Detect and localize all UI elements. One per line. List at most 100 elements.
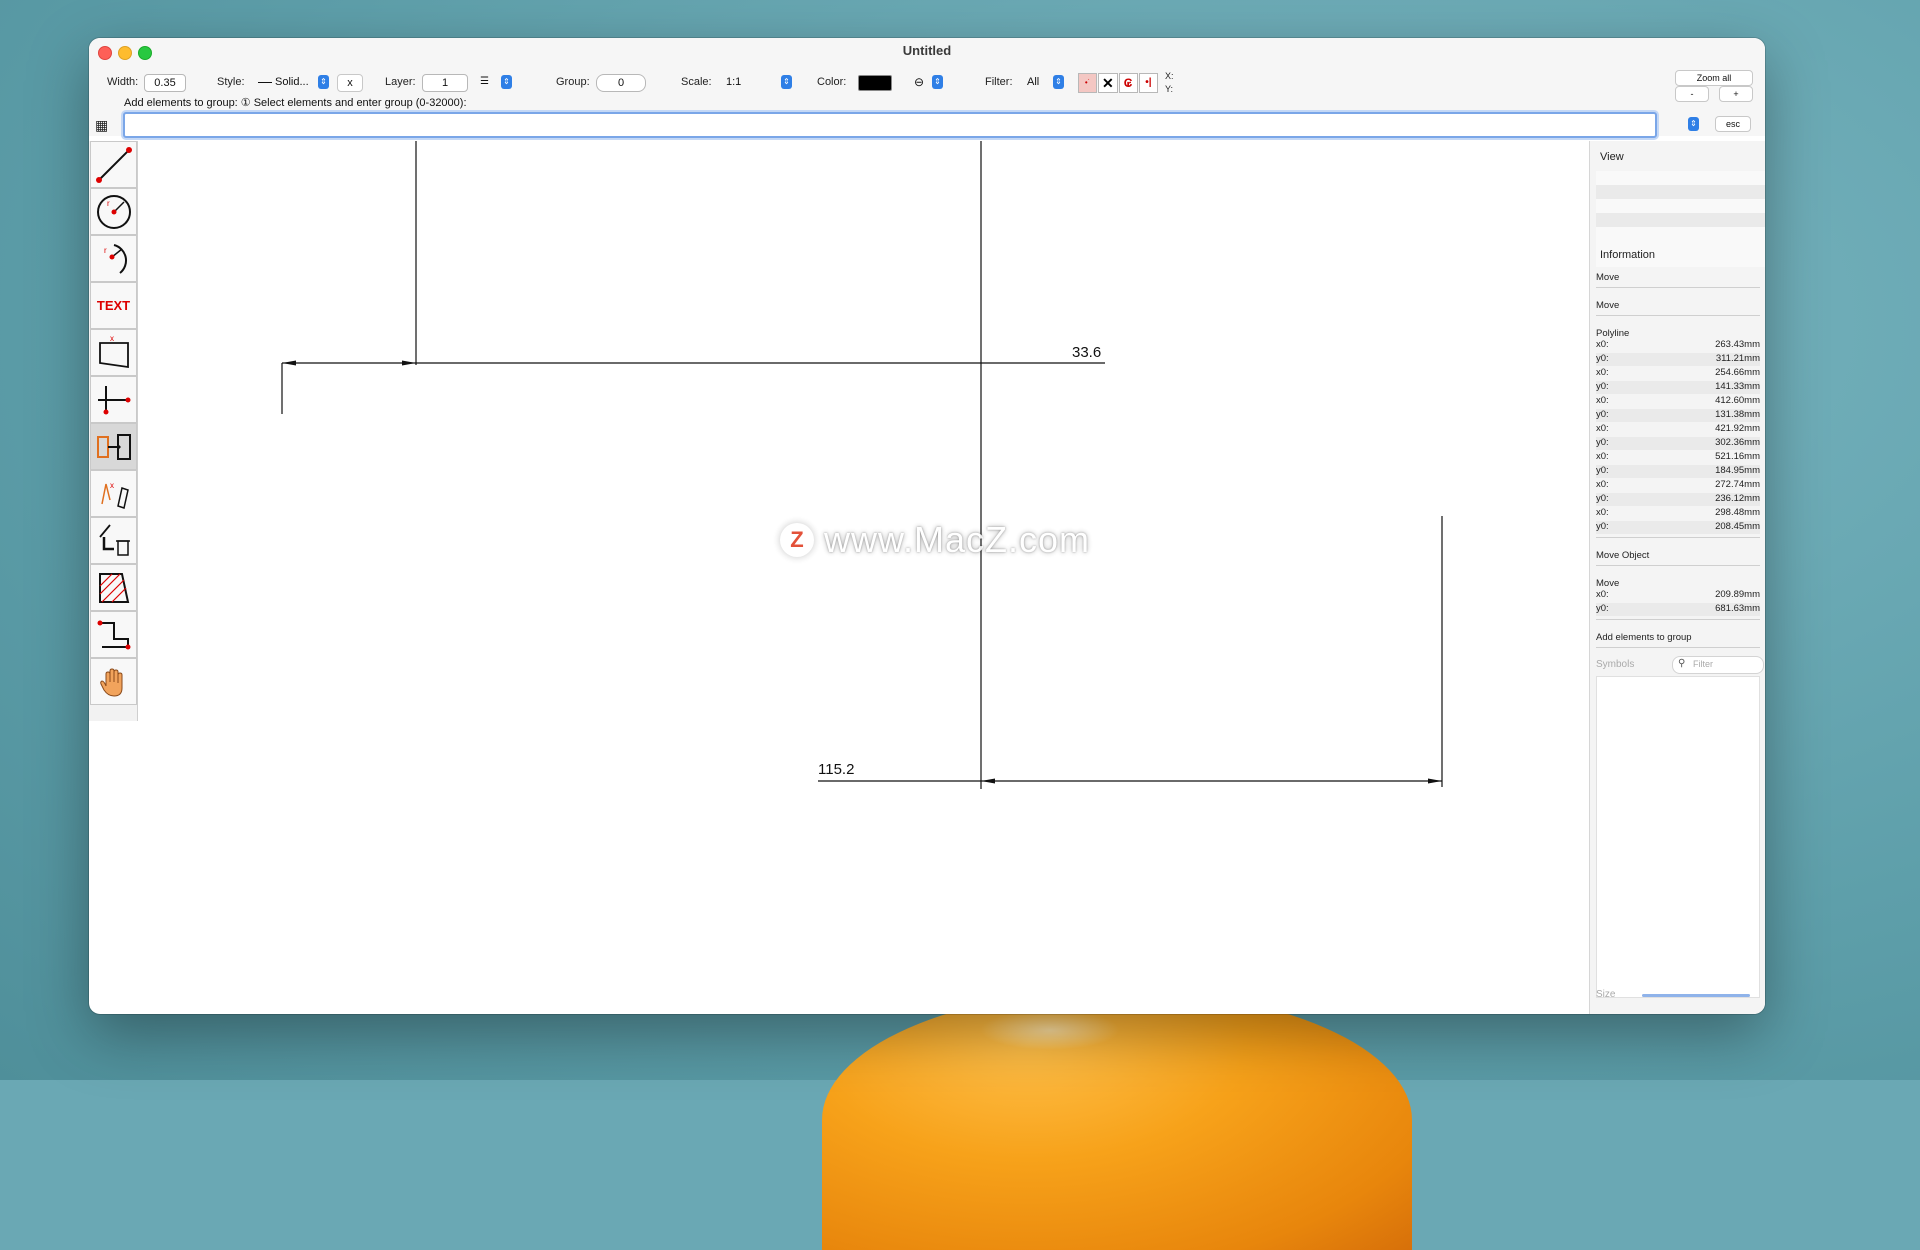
color-options-icon[interactable]: ⊖ [914, 74, 930, 90]
dimension-label-2: 115.2 [818, 761, 855, 778]
scale-stepper[interactable]: ⇕ [781, 75, 792, 89]
info-key: x0: [1596, 589, 1609, 600]
info-key: y0: [1596, 493, 1609, 504]
watermark: Z www.MacZ.com [780, 519, 1090, 561]
command-stepper[interactable]: ⇕ [1688, 117, 1699, 131]
svg-text:x: x [110, 481, 114, 490]
drawing-canvas[interactable]: 33.6 115.2 Z www.MacZ.com [138, 141, 1668, 1014]
transform-tool[interactable]: x [90, 470, 137, 517]
info-value: 272.74mm [1715, 479, 1760, 490]
info-entry-title: Move [1596, 272, 1620, 283]
window-title: Untitled [902, 43, 952, 58]
info-entry-title: Add elements to group [1596, 632, 1692, 643]
width-field[interactable]: 0.35 [144, 74, 186, 92]
snap-center-icon[interactable]: ₢ [1118, 73, 1138, 93]
info-key: x0: [1596, 507, 1609, 518]
info-value: 421.92mm [1715, 423, 1760, 434]
info-row: x0: 272.74mm [1596, 479, 1760, 492]
size-slider[interactable] [1642, 994, 1750, 997]
zoom-all-button[interactable]: Zoom all [1675, 70, 1753, 86]
zoom-out-button[interactable]: - [1675, 86, 1709, 102]
info-key: y0: [1596, 465, 1609, 476]
command-input[interactable] [123, 112, 1657, 138]
layer-label: Layer: [385, 76, 416, 88]
info-key: y0: [1596, 381, 1609, 392]
info-key: y0: [1596, 353, 1609, 364]
info-value: 263.43mm [1715, 339, 1760, 350]
info-row: y0: 208.45mm [1596, 521, 1760, 534]
color-stepper[interactable]: ⇕ [932, 75, 943, 89]
info-key: x0: [1596, 423, 1609, 434]
info-value: 311.21mm [1715, 353, 1760, 364]
layer-list-icon[interactable]: ☰ [480, 74, 500, 90]
snap-intersection-icon[interactable]: ✕ [1098, 73, 1118, 93]
hatch-tool[interactable] [90, 564, 137, 611]
polyline-tool[interactable] [90, 611, 137, 658]
layer-stepper[interactable]: ⇕ [501, 75, 512, 89]
svg-text:x: x [110, 334, 114, 343]
symbols-filter-input[interactable]: ⚲ Filter [1672, 656, 1764, 674]
line-tool[interactable] [90, 141, 137, 188]
arrowhead-1a [282, 360, 296, 366]
axis-icon [97, 385, 130, 414]
symbols-list[interactable] [1596, 676, 1760, 998]
macz-logo-icon: Z [780, 523, 814, 557]
info-value: 412.60mm [1715, 395, 1760, 406]
info-key: x0: [1596, 479, 1609, 490]
info-value: 681.63mm [1715, 603, 1760, 614]
style-x-button[interactable]: x [337, 74, 363, 92]
symbols-label: Symbols [1596, 659, 1635, 670]
axis-tool[interactable] [90, 376, 137, 423]
width-label: Width: [107, 76, 139, 88]
info-value: 298.48mm [1715, 507, 1760, 518]
info-divider [1596, 565, 1760, 566]
hatch-icon [98, 572, 129, 603]
info-entry-title: Move [1596, 578, 1620, 589]
snap-perpendicular-icon[interactable]: •| [1138, 73, 1158, 93]
dimension-tool[interactable]: x [90, 329, 137, 376]
right-panel: View Information Move Move Polyline x0: 263.… [1589, 141, 1765, 1014]
pan-tool[interactable] [90, 658, 137, 705]
style-stepper[interactable]: ⇕ [318, 75, 329, 89]
info-value: 184.95mm [1715, 465, 1760, 476]
svg-text:r: r [107, 199, 110, 208]
text-tool[interactable]: TEXT [90, 282, 137, 329]
info-entry-title: Move [1596, 300, 1620, 311]
scale-popup[interactable]: 1:1 [722, 74, 782, 90]
info-value: 302.36mm [1715, 437, 1760, 448]
info-divider [1596, 647, 1760, 648]
tool-palette: r r TEXT x x [89, 141, 138, 721]
escape-button[interactable]: esc [1715, 116, 1751, 132]
info-key: y0: [1596, 603, 1609, 614]
dimension-icon: x [98, 334, 129, 368]
group-field[interactable]: 0 [596, 74, 646, 92]
filter-placeholder: Filter [1693, 659, 1713, 669]
transform-icon: x [100, 481, 129, 509]
info-key: y0: [1596, 437, 1609, 448]
style-label: Style: [217, 76, 245, 88]
circle-tool[interactable]: r [90, 188, 137, 235]
info-row: y0: 311.21mm [1596, 353, 1760, 366]
info-key: x0: [1596, 451, 1609, 462]
keyboard-icon[interactable]: ▦ [95, 116, 117, 134]
zoom-in-button[interactable]: + [1719, 86, 1753, 102]
arc-tool[interactable]: r [90, 235, 137, 282]
move-tool[interactable] [90, 423, 137, 470]
snap-point-icon[interactable]: •˙ [1078, 73, 1098, 93]
style-popup[interactable]: Solid... [258, 74, 318, 90]
info-row: x0: 521.16mm [1596, 451, 1760, 464]
arc-icon: r [104, 243, 127, 274]
move-copy-icon [96, 433, 131, 460]
line-icon [95, 146, 132, 183]
information-section-title: Information [1600, 249, 1656, 261]
filter-stepper[interactable]: ⇕ [1053, 75, 1064, 89]
info-divider [1596, 537, 1760, 538]
layer-field[interactable]: 1 [422, 74, 468, 92]
info-row: x0: 412.60mm [1596, 395, 1760, 408]
delete-tool[interactable] [90, 517, 137, 564]
info-row: y0: 681.63mm [1596, 603, 1760, 616]
color-swatch[interactable] [858, 75, 892, 91]
arrowhead-2b [1428, 778, 1442, 784]
info-divider [1596, 619, 1760, 620]
view-section-title: View [1600, 151, 1624, 163]
